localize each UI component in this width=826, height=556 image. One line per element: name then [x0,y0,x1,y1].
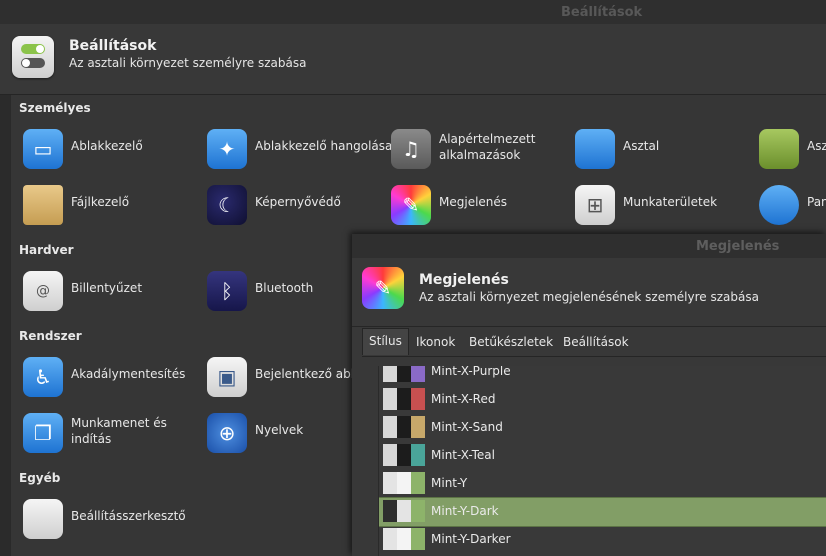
desktop-icon [575,129,615,169]
dialog-title: Megjelenés [696,239,780,254]
item-appearance[interactable]: ✎ Megjelenés [391,183,561,227]
section-hardware: Hardver [19,243,74,257]
item-desktop[interactable]: Asztal [575,127,745,171]
folder-icon [23,185,63,225]
item-languages[interactable]: ⊕ Nyelvek [207,411,347,455]
theme-row[interactable]: Mint-Y-Darker [379,526,826,554]
item-file-manager[interactable]: Fájlkezelő [23,183,193,227]
item-default-apps[interactable]: ♫ Alapértelmezett alkalmazások [391,127,561,171]
workspaces-icon: ⊞ [575,185,615,225]
section-other: Egyéb [19,471,61,485]
settings-toggle-icon [12,36,54,78]
theme-row[interactable]: Mint-X-Purple [379,366,826,386]
theme-row[interactable]: Mint-X-Red [379,386,826,414]
dialog-tabs: Stílus Ikonok Betűkészletek Beállítások [362,326,826,357]
tab-style[interactable]: Stílus [362,328,409,355]
accessibility-icon: ♿ [23,357,63,397]
item-session[interactable]: ❐ Munkamenet és indítás [23,411,193,455]
media-icon: ♫ [391,129,431,169]
tab-fonts[interactable]: Betűkészletek [465,333,557,351]
item-accessibility[interactable]: ♿ Akadálymentesítés [23,355,193,399]
appearance-brush-icon: ✎ [362,267,404,309]
theme-row[interactable]: Mint-Y [379,470,826,498]
section-system: Rendszer [19,329,82,343]
keyboard-icon: @ [23,271,63,311]
bluetooth-icon: ᛒ [207,271,247,311]
item-wm-tweaks[interactable]: ✦ Ablakkezelő hangolása [207,127,392,171]
item-screensaver[interactable]: ☾ Képernyővédő [207,183,377,227]
item-workspaces[interactable]: ⊞ Munkaterületek [575,183,745,227]
theme-list[interactable]: Mint-X-Purple Mint-X-Red Mint-X-Sand Min… [378,366,826,556]
item-keyboard[interactable]: @ Billentyűzet [23,269,193,313]
theme-row-selected[interactable]: Mint-Y-Dark [379,497,826,527]
dialog-header-title: Megjelenés [419,272,509,288]
session-icon: ❐ [23,413,63,453]
item-bluetooth[interactable]: ᛒ Bluetooth [207,269,347,313]
login-icon: ▣ [207,357,247,397]
tab-icons[interactable]: Ikonok [412,333,459,351]
theme-row[interactable]: Mint-X-Sand [379,414,826,442]
section-personal: Személyes [19,101,91,115]
moon-icon: ☾ [207,185,247,225]
magic-wand-icon: ✦ [207,129,247,169]
page-subtitle: Az asztali környezet személyre szabása [69,56,307,70]
item-login[interactable]: ▣ Bejelentkező abla [207,355,361,399]
screen-icon [759,129,799,169]
mouse-logo-icon [759,185,799,225]
dialog-titlebar[interactable]: Megjelenés [352,234,826,258]
settings-header: Beállítások Az asztali környezet személy… [0,24,826,95]
item-desktop-next[interactable]: Asz [759,127,826,171]
item-settings-editor[interactable]: Beállításszerkesztő [23,497,213,541]
window-title: Beállítások [561,5,643,20]
theme-row[interactable]: Mint-X-Teal [379,442,826,470]
window-manager-icon: ▭ [23,129,63,169]
globe-icon: ⊕ [207,413,247,453]
dialog-header-subtitle: Az asztali környezet megjelenésének szem… [419,290,759,304]
page-title: Beállítások [69,38,157,54]
appearance-dialog: Megjelenés ✎ Megjelenés Az asztali körny… [352,234,826,556]
settings-editor-icon [23,499,63,539]
brush-icon: ✎ [391,185,431,225]
dialog-header: ✎ Megjelenés Az asztali környezet megjel… [352,258,826,327]
item-panel[interactable]: Pan [759,183,826,227]
item-window-manager[interactable]: ▭ Ablakkezelő [23,127,193,171]
tab-settings[interactable]: Beállítások [559,333,633,351]
window-titlebar[interactable]: Beállítások [0,0,826,24]
